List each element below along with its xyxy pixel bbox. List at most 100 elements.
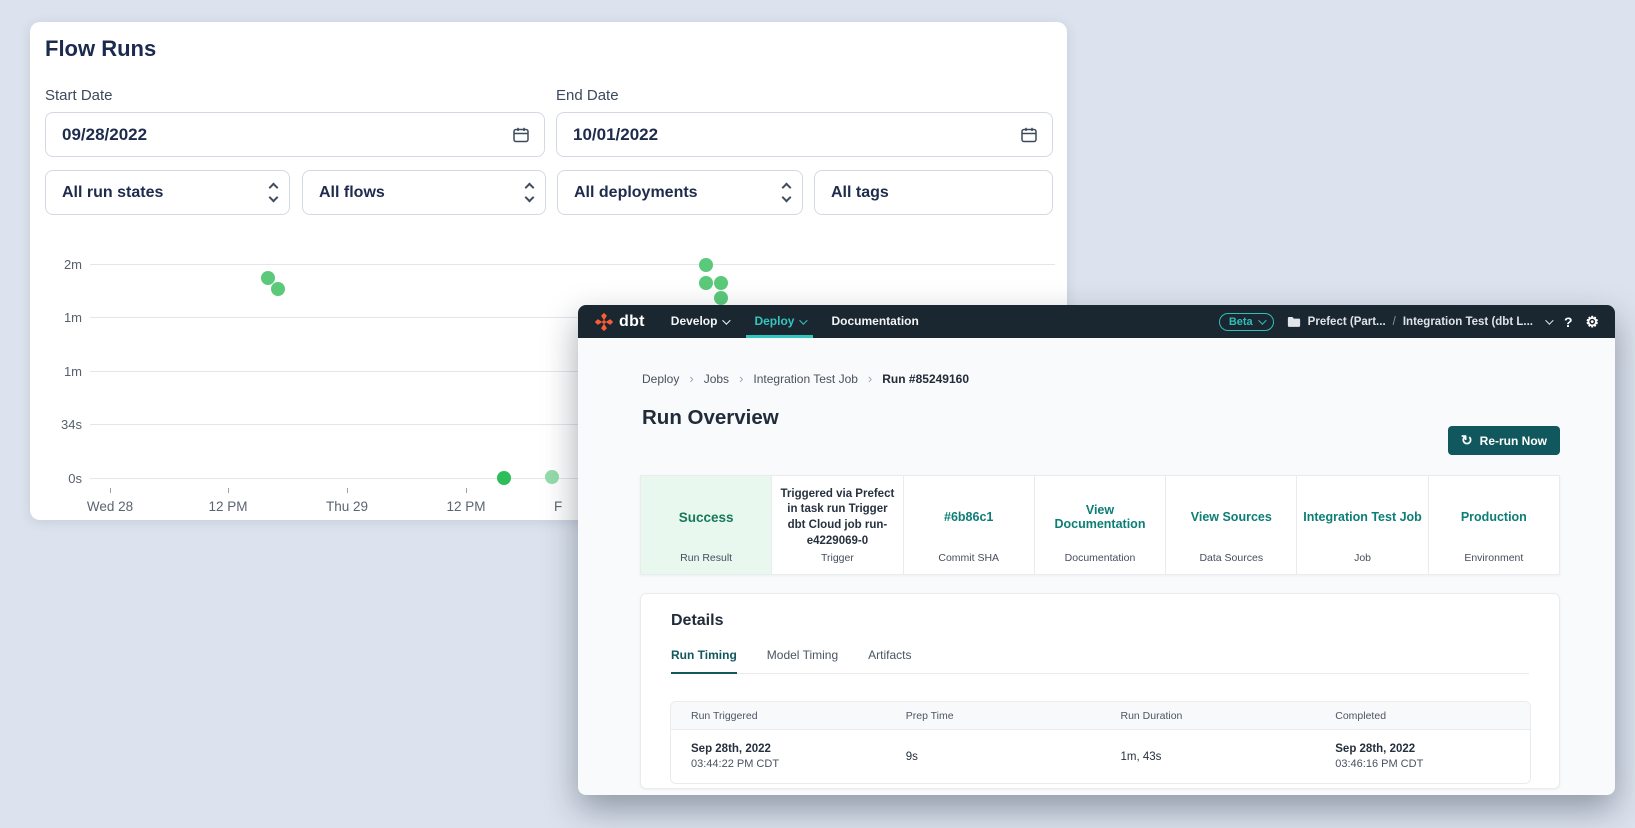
commit-sha-link[interactable]: #6b86c1 [904, 476, 1034, 552]
x-tick [347, 488, 348, 493]
job-link[interactable]: Integration Test Job [1297, 476, 1427, 552]
details-tabs: Run Timing Model Timing Artifacts [671, 648, 1529, 674]
y-tick-label: 0s [34, 471, 82, 486]
cell-run-duration: 1m, 43s [1101, 751, 1316, 763]
rerun-now-button[interactable]: ↻ Re-run Now [1448, 426, 1560, 455]
end-date-label: End Date [556, 87, 619, 104]
chevron-down-icon [800, 316, 808, 324]
card-documentation: View Documentation Documentation [1034, 476, 1165, 574]
chevron-down-icon [723, 316, 731, 324]
select-updown-icon [526, 181, 533, 204]
col-completed: Completed [1315, 710, 1530, 722]
chevron-down-icon [1258, 316, 1266, 324]
tags-select[interactable]: All tags [814, 170, 1053, 215]
y-tick-label: 2m [34, 257, 82, 272]
deployments-select[interactable]: All deployments [557, 170, 803, 215]
gear-icon[interactable]: ⚙ [1586, 313, 1599, 331]
flow-run-point[interactable] [714, 276, 728, 290]
select-updown-icon [783, 181, 790, 204]
start-date-input[interactable]: 09/28/2022 [45, 112, 545, 157]
x-tick-label: 12 PM [183, 499, 273, 514]
cell-run-triggered: Sep 28th, 2022 03:44:22 PM CDT [671, 743, 886, 770]
card-data-sources: View Sources Data Sources [1165, 476, 1296, 574]
dbt-top-navbar: dbt Develop Deploy Documentation Beta Pr… [578, 305, 1615, 338]
card-run-result: Success Run Result [641, 476, 771, 574]
run-result-value: Success [641, 476, 771, 552]
run-timing-table: Run Triggered Prep Time Run Duration Com… [670, 701, 1531, 784]
card-commit-sha: #6b86c1 Commit SHA [903, 476, 1034, 574]
col-run-triggered: Run Triggered [671, 710, 886, 722]
details-card: Details Run Timing Model Timing Artifact… [640, 593, 1560, 789]
flow-run-point[interactable] [497, 471, 511, 485]
card-job: Integration Test Job Job [1296, 476, 1427, 574]
flows-select[interactable]: All flows [302, 170, 546, 215]
breadcrumb: Deploy › Jobs › Integration Test Job › R… [642, 371, 969, 386]
x-tick-label: Thu 29 [302, 499, 392, 514]
view-sources-link[interactable]: View Sources [1166, 476, 1296, 552]
dbt-cloud-window: dbt Develop Deploy Documentation Beta Pr… [578, 305, 1615, 795]
calendar-icon[interactable] [512, 126, 530, 144]
dbt-logo-text: dbt [619, 313, 645, 331]
breadcrumb-separator: › [739, 371, 743, 386]
breadcrumb-job-name[interactable]: Integration Test Job [753, 372, 858, 386]
start-date-value: 09/28/2022 [62, 125, 512, 145]
select-updown-icon [270, 181, 277, 204]
flow-run-point[interactable] [545, 470, 559, 484]
tab-model-timing[interactable]: Model Timing [767, 648, 838, 673]
refresh-icon: ↻ [1461, 432, 1473, 449]
end-date-input[interactable]: 10/01/2022 [556, 112, 1053, 157]
tab-artifacts[interactable]: Artifacts [868, 648, 911, 673]
project-picker[interactable]: Prefect (Part... / Integration Test (dbt… [1287, 316, 1551, 328]
folder-icon [1287, 316, 1301, 328]
help-icon[interactable]: ? [1564, 314, 1573, 330]
end-date-value: 10/01/2022 [573, 125, 1020, 145]
trigger-value: Triggered via Prefect in task run Trigge… [772, 476, 902, 552]
flow-runs-title: Flow Runs [45, 36, 156, 62]
col-run-duration: Run Duration [1101, 710, 1316, 722]
card-environment: Production Environment [1428, 476, 1559, 574]
table-row: Sep 28th, 2022 03:44:22 PM CDT 9s 1m, 43… [671, 730, 1530, 783]
breadcrumb-jobs[interactable]: Jobs [704, 372, 729, 386]
breadcrumb-deploy[interactable]: Deploy [642, 372, 679, 386]
nav-deploy[interactable]: Deploy [754, 305, 805, 338]
environment-name: Integration Test (dbt L... [1403, 316, 1533, 328]
dbt-logo-icon [594, 312, 614, 332]
dbt-logo[interactable]: dbt [594, 312, 645, 332]
run-states-value: All run states [62, 184, 270, 202]
deployments-value: All deployments [574, 184, 783, 202]
flows-value: All flows [319, 184, 526, 202]
tab-run-timing[interactable]: Run Timing [671, 648, 737, 674]
y-tick-label: 1m [34, 310, 82, 325]
chevron-down-icon [1545, 316, 1553, 324]
tags-value: All tags [831, 184, 1040, 202]
nav-documentation[interactable]: Documentation [831, 305, 918, 338]
x-tick [110, 488, 111, 493]
flow-run-point[interactable] [714, 291, 728, 305]
flow-run-point[interactable] [271, 282, 285, 296]
run-states-select[interactable]: All run states [45, 170, 290, 215]
x-tick-label: 12 PM [421, 499, 511, 514]
nav-develop[interactable]: Develop [671, 305, 729, 338]
x-tick [228, 488, 229, 493]
calendar-icon[interactable] [1020, 126, 1038, 144]
beta-badge[interactable]: Beta [1219, 313, 1274, 331]
col-prep-time: Prep Time [886, 710, 1101, 722]
x-tick-label: Wed 28 [65, 499, 155, 514]
cell-completed: Sep 28th, 2022 03:46:16 PM CDT [1315, 743, 1530, 770]
flow-run-point[interactable] [699, 276, 713, 290]
breadcrumb-separator: › [689, 371, 693, 386]
view-documentation-link[interactable]: View Documentation [1035, 476, 1165, 552]
run-summary-cards: Success Run Result Triggered via Prefect… [640, 475, 1560, 575]
page-title: Run Overview [642, 406, 779, 430]
card-trigger: Triggered via Prefect in task run Trigge… [771, 476, 902, 574]
y-tick-label: 34s [34, 417, 82, 432]
breadcrumb-separator: › [868, 371, 872, 386]
start-date-label: Start Date [45, 87, 113, 104]
project-name: Prefect (Part... [1308, 316, 1386, 328]
x-tick [466, 488, 467, 493]
path-separator: / [1393, 316, 1396, 328]
environment-link[interactable]: Production [1429, 476, 1559, 552]
breadcrumb-run-id: Run #85249160 [882, 372, 969, 386]
table-header-row: Run Triggered Prep Time Run Duration Com… [671, 702, 1530, 730]
flow-run-point[interactable] [699, 258, 713, 272]
